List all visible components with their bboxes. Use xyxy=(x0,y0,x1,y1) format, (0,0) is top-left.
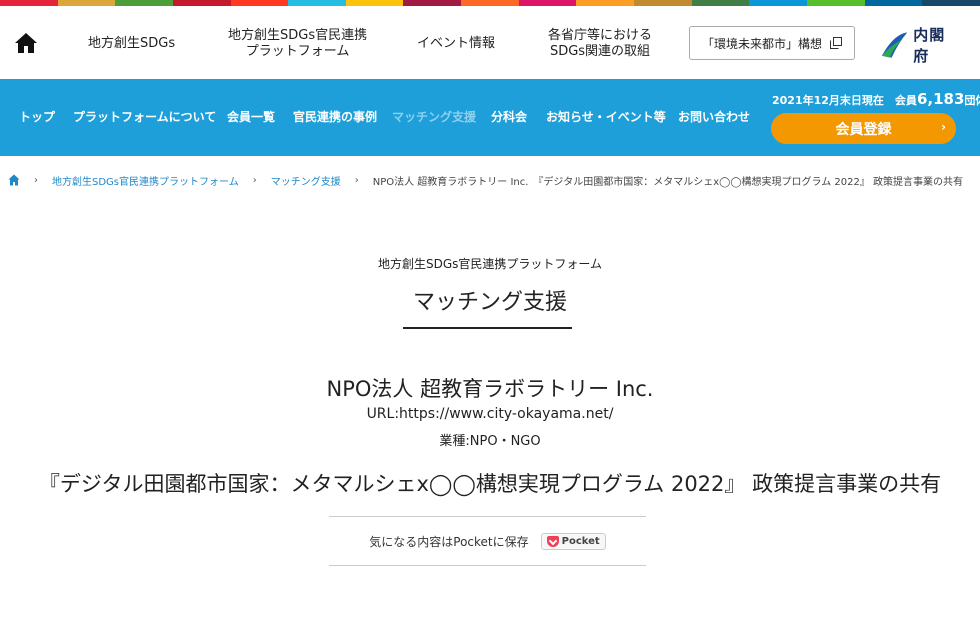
main-nav-contact[interactable]: お問い合わせ xyxy=(678,108,750,125)
breadcrumb: › 地方創生SDGs官民連携プラットフォーム › マッチング支援 › NPO法人… xyxy=(8,172,963,188)
kankyo-mirai-toshi-button[interactable]: 「環境未来都市」構想 xyxy=(689,26,855,60)
pocket-save-button[interactable]: Pocket xyxy=(540,532,606,550)
page-title: マッチング支援 xyxy=(412,290,567,315)
organization-url: URL:https://www.city-okayama.net/ xyxy=(366,406,614,422)
article-title: 『デジタル田園都市国家：メタマルシェx◯◯構想実現プログラム 2022』 政策提… xyxy=(38,472,942,496)
main-nav-about[interactable]: プラットフォームについて xyxy=(73,108,216,125)
chevron-right-icon: › xyxy=(34,174,38,186)
cabinet-office-logo[interactable]: 内閣府 xyxy=(880,26,960,65)
member-count-number: 6,183 xyxy=(916,90,965,108)
top-nav-events[interactable]: イベント情報 xyxy=(417,36,495,52)
chevron-right-icon: › xyxy=(252,174,257,186)
pocket-prompt-text: 気になる内容はPocketに保存 xyxy=(369,534,529,549)
main-nav-news[interactable]: お知らせ・イベント等 xyxy=(546,108,666,125)
breadcrumb-link-matching[interactable]: マッチング支援 xyxy=(271,173,341,188)
chevron-right-icon: › xyxy=(354,174,359,186)
register-button[interactable]: 会員登録 › xyxy=(771,113,956,144)
pocket-button-label: Pocket xyxy=(561,535,600,547)
main-nav-cases[interactable]: 官民連携の事例 xyxy=(293,108,377,125)
cabinet-office-emblem-icon xyxy=(881,32,908,58)
top-nav-local-sdgs[interactable]: 地方創生SDGs xyxy=(88,36,175,52)
main-nav: トップ プラットフォームについて 会員一覧 官民連携の事例 マッチング支援 分科… xyxy=(0,79,980,156)
member-count-suffix: 団体 xyxy=(964,94,980,107)
member-count: 2021年12月末日現在 会員6,183団体 xyxy=(772,90,980,108)
home-icon[interactable] xyxy=(14,32,38,54)
main-nav-subcommittee[interactable]: 分科会 xyxy=(491,108,527,125)
pocket-icon xyxy=(546,535,559,547)
main-nav-matching[interactable]: マッチング支援 xyxy=(392,108,476,125)
top-header: 地方創生SDGs 地方創生SDGs官民連携 プラットフォーム イベント情報 各省… xyxy=(0,6,980,79)
cabinet-office-logo-text: 内閣府 xyxy=(913,26,946,65)
chevron-right-icon: › xyxy=(941,120,946,134)
organization-industry: 業種:NPO・NGO xyxy=(439,434,541,449)
title-underline xyxy=(403,327,572,329)
external-link-icon xyxy=(830,37,842,49)
section-subtitle: 地方創生SDGs官民連携プラットフォーム xyxy=(377,257,603,271)
pocket-save-box: 気になる内容はPocketに保存 Pocket xyxy=(329,516,646,566)
organization-name: NPO法人 超教育ラボラトリー Inc. xyxy=(326,377,654,401)
main-nav-members[interactable]: 会員一覧 xyxy=(227,108,275,125)
home-icon[interactable] xyxy=(8,174,20,186)
breadcrumb-link-platform[interactable]: 地方創生SDGs官民連携プラットフォーム xyxy=(52,173,239,188)
breadcrumb-current: NPO法人 超教育ラボラトリー Inc. 『デジタル田園都市国家：メタマルシェx… xyxy=(372,176,964,188)
top-nav-ministries[interactable]: 各省庁等における SDGs関連の取組 xyxy=(548,28,652,60)
main-nav-top[interactable]: トップ xyxy=(19,108,55,125)
top-nav-platform[interactable]: 地方創生SDGs官民連携 プラットフォーム xyxy=(228,28,367,60)
kankyo-label: 「環境未来都市」構想 xyxy=(701,36,822,51)
register-label: 会員登録 xyxy=(835,121,892,138)
member-count-prefix: 2021年12月末日現在 会員 xyxy=(772,94,917,107)
